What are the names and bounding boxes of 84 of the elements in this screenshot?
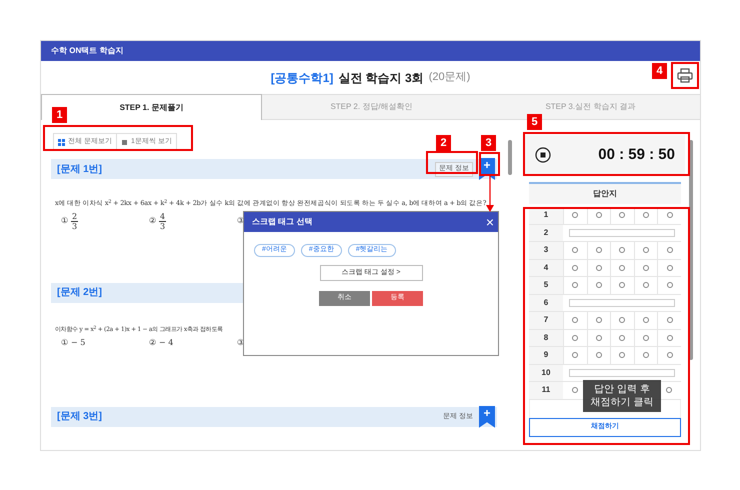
square-icon: [120, 138, 128, 146]
answer-radio[interactable]: [572, 212, 578, 218]
answer-radio[interactable]: [572, 264, 578, 271]
answer-radio[interactable]: [666, 212, 673, 218]
highlight-outline: [671, 62, 699, 89]
answer-radio[interactable]: [643, 317, 650, 324]
step-number-badge: 2: [436, 135, 451, 151]
row-number: 7: [529, 312, 563, 328]
answer-input[interactable]: [569, 228, 675, 237]
answer-radio[interactable]: [596, 352, 602, 358]
answer-radio[interactable]: [666, 387, 672, 394]
row-number: 5: [529, 277, 563, 294]
row-number: 11: [529, 382, 563, 398]
row-number: 6: [529, 294, 563, 311]
tooltip-text: 답안 입력 후: [594, 383, 650, 396]
step-number-badge: 3: [481, 135, 496, 151]
answer-radio[interactable]: [619, 352, 626, 358]
answer-input[interactable]: [569, 368, 675, 377]
answer-radio[interactable]: [619, 334, 626, 341]
answer-input[interactable]: [569, 298, 675, 307]
popup-title: 스크랩 태그 선택: [252, 216, 312, 228]
fraction: 2 3: [71, 212, 78, 231]
answer-radio[interactable]: [596, 282, 602, 288]
answer-radio[interactable]: [572, 247, 578, 254]
question-title: [문제 3번]: [57, 410, 102, 424]
fraction: 4 3: [159, 212, 166, 231]
answer-radio[interactable]: [619, 282, 626, 288]
answer-radio[interactable]: [666, 334, 673, 341]
tooltip-text: 채점하기 클릭: [590, 396, 654, 409]
page-title: 실전 학습지 3회: [338, 70, 424, 86]
scrap-add-button[interactable]: +: [479, 406, 495, 428]
option-marker: ①: [61, 336, 68, 349]
option-marker: ②: [149, 336, 156, 349]
answer-radio[interactable]: [619, 264, 626, 271]
answer-radio[interactable]: [666, 352, 673, 358]
answer-radio[interactable]: [666, 317, 673, 324]
option-marker: ②: [149, 215, 156, 228]
option-marker: ①: [61, 215, 68, 228]
answer-radio[interactable]: [643, 334, 650, 341]
answer-radio[interactable]: [619, 212, 626, 218]
answer-radio[interactable]: [666, 282, 673, 288]
close-button[interactable]: ×: [486, 215, 494, 229]
answer-radio[interactable]: [572, 387, 578, 394]
subject-label: [공통수학1]: [270, 70, 334, 86]
answer-radio[interactable]: [596, 212, 602, 218]
timer-text: 00 : 59 : 50: [598, 144, 675, 165]
answer-radio[interactable]: [572, 317, 578, 324]
step-number-badge: 1: [52, 107, 67, 123]
row-number: 10: [529, 364, 563, 381]
row-number: 8: [529, 330, 563, 346]
pointer-arrow: [486, 176, 494, 212]
row-number: 4: [529, 260, 563, 276]
row-number: 2: [529, 224, 563, 241]
row-number: 3: [529, 242, 563, 258]
answer-radio[interactable]: [572, 282, 578, 288]
question-count: (20문제): [428, 70, 470, 86]
answer-radio[interactable]: [572, 334, 578, 341]
step-tab[interactable]: STEP 2. 정답/해설확인: [262, 94, 481, 120]
header-title: 수학 ON택트 학습지: [51, 45, 124, 57]
answer-radio[interactable]: [643, 247, 650, 254]
option-value: − 4: [159, 336, 174, 349]
answer-radio[interactable]: [596, 264, 602, 271]
option-value: − 5: [71, 336, 86, 349]
question-title: [문제 1번]: [57, 162, 102, 176]
answer-radio[interactable]: [643, 282, 650, 288]
stop-icon[interactable]: [535, 147, 551, 163]
answer-radio[interactable]: [643, 352, 650, 358]
answer-radio[interactable]: [666, 264, 673, 271]
step-number-badge: 4: [652, 63, 667, 79]
answer-radio[interactable]: [666, 247, 673, 254]
answer-radio[interactable]: [596, 317, 602, 324]
step-number-badge: 5: [527, 114, 542, 130]
answer-radio[interactable]: [572, 352, 578, 358]
answer-radio[interactable]: [596, 334, 602, 341]
print-icon: [677, 68, 693, 83]
row-number: 9: [529, 347, 563, 364]
answer-radio[interactable]: [596, 247, 602, 254]
question-title: [문제 2번]: [57, 286, 102, 300]
answer-radio[interactable]: [619, 247, 626, 254]
answer-radio[interactable]: [619, 317, 626, 324]
answer-radio[interactable]: [643, 212, 650, 218]
answer-radio[interactable]: [643, 264, 650, 271]
answer-sheet-header: 답안지: [529, 182, 681, 204]
grid-icon: [58, 138, 65, 146]
